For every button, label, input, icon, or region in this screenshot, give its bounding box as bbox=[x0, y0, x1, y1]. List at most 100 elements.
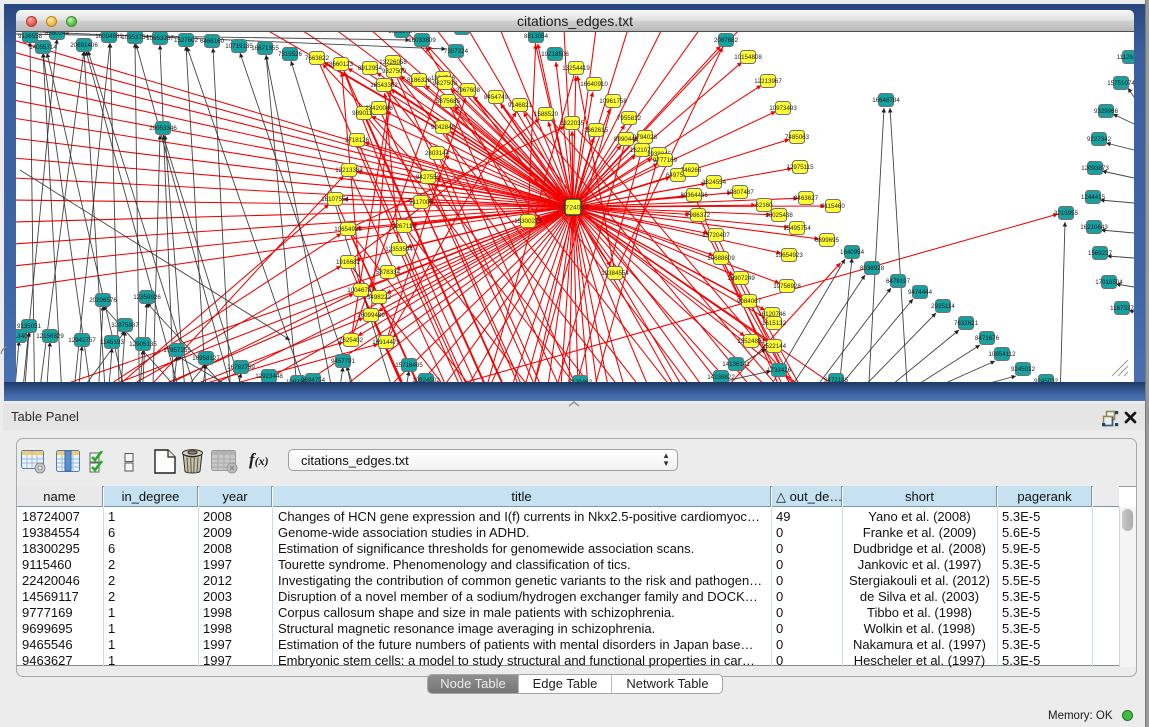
svg-text:16210643: 16210643 bbox=[1080, 224, 1108, 231]
svg-text:7357224: 7357224 bbox=[444, 48, 469, 55]
svg-text:9694754: 9694754 bbox=[301, 377, 326, 382]
svg-text:10958127: 10958127 bbox=[192, 355, 220, 362]
svg-text:7663822: 7663822 bbox=[305, 55, 330, 62]
svg-text:10973493: 10973493 bbox=[769, 105, 797, 112]
svg-text:8813054: 8813054 bbox=[524, 33, 549, 40]
svg-text:8660123: 8660123 bbox=[329, 61, 354, 68]
svg-text:9457791: 9457791 bbox=[331, 358, 356, 365]
svg-text:10953754: 10953754 bbox=[121, 34, 149, 41]
svg-text:10654112: 10654112 bbox=[988, 351, 1016, 358]
svg-text:9084067: 9084067 bbox=[737, 298, 762, 305]
svg-text:15720407: 15720407 bbox=[702, 232, 730, 239]
svg-text:746266: 746266 bbox=[681, 167, 702, 174]
svg-text:16543362: 16543362 bbox=[370, 82, 398, 89]
svg-text:10924502: 10924502 bbox=[412, 377, 440, 382]
svg-text:15751074: 15751074 bbox=[1107, 80, 1134, 87]
svg-text:17016504: 17016504 bbox=[1095, 279, 1123, 286]
svg-text:9777169: 9777169 bbox=[653, 157, 678, 164]
svg-text:12156829: 12156829 bbox=[36, 333, 64, 340]
svg-text:9117006: 9117006 bbox=[409, 199, 433, 206]
svg-text:32975887: 32975887 bbox=[111, 322, 139, 329]
svg-text:9472185: 9472185 bbox=[824, 377, 849, 382]
svg-text:12975115: 12975115 bbox=[786, 164, 814, 171]
svg-text:12359926: 12359926 bbox=[133, 294, 161, 301]
svg-text:12353594: 12353594 bbox=[385, 246, 413, 253]
svg-text:7515526: 7515526 bbox=[278, 51, 303, 58]
svg-text:2935114: 2935114 bbox=[931, 303, 955, 310]
svg-text:9245012: 9245012 bbox=[1011, 366, 1036, 373]
svg-text:9136558: 9136558 bbox=[18, 33, 43, 40]
svg-text:16869734: 16869734 bbox=[388, 32, 416, 35]
svg-text:19654923: 19654923 bbox=[775, 252, 803, 259]
svg-text:16099489: 16099489 bbox=[357, 312, 385, 319]
svg-text:1916682: 1916682 bbox=[336, 259, 361, 266]
svg-text:12213967: 12213967 bbox=[754, 78, 782, 85]
svg-text:7632621: 7632621 bbox=[954, 320, 979, 327]
svg-text:1362615: 1362615 bbox=[584, 127, 609, 134]
svg-text:10653267: 10653267 bbox=[146, 35, 174, 42]
svg-text:14136141: 14136141 bbox=[722, 361, 750, 368]
svg-text:19218506: 19218506 bbox=[541, 51, 569, 58]
svg-text:5878334: 5878334 bbox=[376, 269, 401, 276]
svg-text:10961758: 10961758 bbox=[599, 98, 627, 105]
svg-text:16094861: 16094861 bbox=[95, 33, 123, 40]
svg-text:5875685: 5875685 bbox=[436, 98, 461, 105]
svg-text:1322035: 1322035 bbox=[560, 120, 585, 127]
svg-text:13254419: 13254419 bbox=[562, 65, 590, 72]
svg-text:1640954: 1640954 bbox=[840, 249, 865, 256]
svg-text:1733426: 1733426 bbox=[767, 367, 792, 374]
svg-text:3624554: 3624554 bbox=[702, 179, 727, 186]
svg-text:8938928: 8938928 bbox=[860, 265, 885, 272]
svg-text:8912954: 8912954 bbox=[358, 65, 383, 72]
svg-text:8454749: 8454749 bbox=[484, 94, 509, 101]
svg-text:12093873: 12093873 bbox=[1081, 165, 1109, 172]
svg-text:22420046: 22420046 bbox=[365, 105, 393, 112]
svg-text:19756928: 19756928 bbox=[773, 283, 801, 290]
svg-text:2718126: 2718126 bbox=[345, 137, 370, 144]
svg-text:1145193: 1145193 bbox=[100, 339, 124, 346]
svg-text:8580244: 8580244 bbox=[45, 32, 70, 37]
svg-text:1588520: 1588520 bbox=[534, 111, 559, 118]
svg-text:12905135: 12905135 bbox=[129, 341, 157, 348]
svg-text:29053346: 29053346 bbox=[149, 125, 177, 132]
svg-text:9135051: 9135051 bbox=[17, 323, 42, 330]
svg-text:10807487: 10807487 bbox=[726, 189, 754, 196]
svg-text:2087682: 2087682 bbox=[714, 37, 739, 44]
svg-text:2803144: 2803144 bbox=[425, 150, 450, 157]
svg-text:3215955: 3215955 bbox=[1054, 210, 1079, 217]
svg-text:9245032: 9245032 bbox=[1034, 378, 1059, 382]
svg-text:12213383: 12213383 bbox=[335, 167, 363, 174]
svg-text:16033809: 16033809 bbox=[408, 37, 436, 44]
svg-text:12942757: 12942757 bbox=[68, 337, 96, 344]
svg-text:15300273: 15300273 bbox=[514, 218, 542, 225]
svg-text:9329966: 9329966 bbox=[1094, 108, 1119, 115]
svg-text:12923448: 12923448 bbox=[255, 373, 283, 380]
svg-text:1615132: 1615132 bbox=[762, 320, 787, 327]
svg-text:9327509: 9327509 bbox=[382, 68, 407, 75]
svg-text:20691406: 20691406 bbox=[70, 42, 98, 49]
svg-text:6899695: 6899695 bbox=[815, 237, 840, 244]
svg-text:10154808: 10154808 bbox=[734, 54, 762, 61]
svg-text:1244415: 1244415 bbox=[1081, 194, 1106, 201]
svg-text:9242848: 9242848 bbox=[431, 124, 456, 131]
svg-text:9115460: 9115460 bbox=[821, 203, 845, 210]
svg-text:16671355: 16671355 bbox=[251, 45, 279, 52]
svg-text:9794028: 9794028 bbox=[633, 134, 658, 141]
svg-text:1527602: 1527602 bbox=[174, 37, 199, 44]
svg-text:16648784: 16648784 bbox=[872, 97, 900, 104]
svg-text:8471676: 8471676 bbox=[975, 335, 1000, 342]
svg-text:5498222: 5498222 bbox=[367, 294, 392, 301]
svg-text:18724007: 18724007 bbox=[558, 205, 588, 212]
svg-text:14136822: 14136822 bbox=[707, 374, 735, 381]
svg-text:16107554: 16107554 bbox=[321, 196, 349, 203]
svg-text:9327508: 9327508 bbox=[433, 80, 458, 87]
svg-text:7986372: 7986372 bbox=[686, 212, 711, 219]
svg-text:8186328: 8186328 bbox=[407, 77, 432, 84]
svg-text:10688609: 10688609 bbox=[707, 255, 735, 262]
svg-text:15716485: 15716485 bbox=[395, 362, 423, 369]
svg-text:62160: 62160 bbox=[755, 202, 773, 209]
svg-text:20206576: 20206576 bbox=[89, 297, 117, 304]
svg-text:16914479: 16914479 bbox=[372, 339, 400, 346]
svg-text:7955812: 7955812 bbox=[617, 115, 642, 122]
svg-text:9474444: 9474444 bbox=[908, 289, 933, 296]
